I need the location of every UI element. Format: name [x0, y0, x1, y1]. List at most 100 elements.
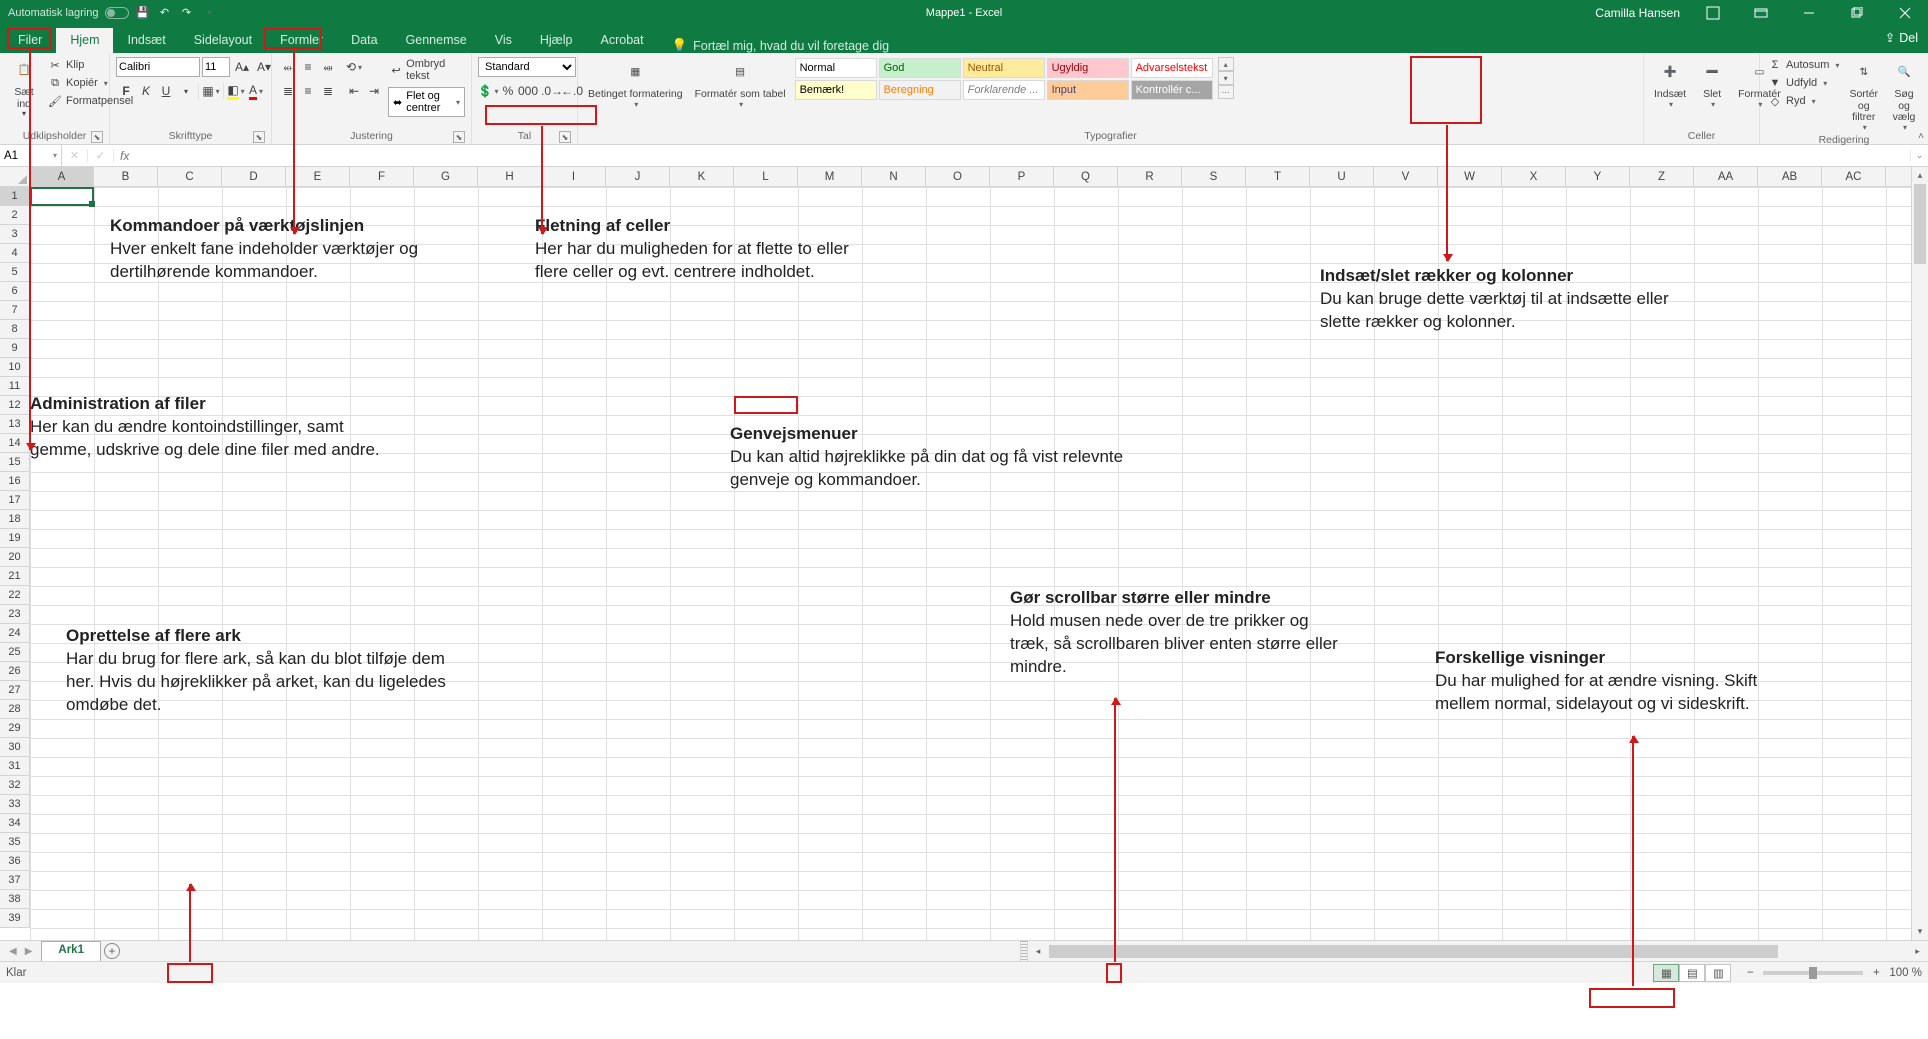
qat-customize-icon[interactable] [201, 5, 217, 21]
row-header-27[interactable]: 27 [0, 681, 29, 700]
font-dialog-launcher[interactable]: ⬊ [253, 131, 265, 143]
row-header-15[interactable]: 15 [0, 453, 29, 472]
find-select-button[interactable]: 🔍Søg og vælg [1886, 57, 1922, 134]
horizontal-scrollbar[interactable]: ◂ ▸ [1028, 941, 1928, 961]
row-header-30[interactable]: 30 [0, 738, 29, 757]
alignment-dialog-launcher[interactable]: ⬊ [453, 131, 465, 143]
cell-style-0[interactable]: Normal [795, 58, 877, 78]
enter-formula-icon[interactable]: ✓ [88, 149, 114, 162]
increase-decimal-icon[interactable]: .0→ [542, 81, 562, 101]
row-header-7[interactable]: 7 [0, 301, 29, 320]
collapse-ribbon-icon[interactable]: ˄ [1918, 131, 1924, 142]
row-header-6[interactable]: 6 [0, 282, 29, 301]
column-header-M[interactable]: M [798, 167, 862, 186]
active-cell[interactable] [30, 187, 94, 206]
scroll-left-icon[interactable]: ◂ [1030, 943, 1047, 960]
row-header-32[interactable]: 32 [0, 776, 29, 795]
row-header-5[interactable]: 5 [0, 263, 29, 282]
cell-styles-gallery[interactable]: NormalGodNeutralUgyldigAdvarselstekstBem… [794, 57, 1214, 101]
scroll-thumb-v[interactable] [1914, 184, 1926, 264]
wrap-text-button[interactable]: ↩Ombryd tekst [388, 57, 465, 83]
tab-indsaet[interactable]: Indsæt [113, 28, 179, 53]
column-header-P[interactable]: P [990, 167, 1054, 186]
styles-up-icon[interactable]: ▴ [1218, 57, 1234, 71]
column-header-J[interactable]: J [606, 167, 670, 186]
row-header-11[interactable]: 11 [0, 377, 29, 396]
row-header-39[interactable]: 39 [0, 909, 29, 928]
scroll-right-icon[interactable]: ▸ [1909, 943, 1926, 960]
cell-style-6[interactable]: Beregning [879, 80, 961, 100]
row-header-28[interactable]: 28 [0, 700, 29, 719]
column-header-X[interactable]: X [1502, 167, 1566, 186]
column-header-V[interactable]: V [1374, 167, 1438, 186]
row-header-20[interactable]: 20 [0, 548, 29, 567]
merge-center-button[interactable]: ⬌Flet og centrer [388, 87, 465, 117]
decrease-indent-icon[interactable]: ⇤ [344, 81, 364, 101]
font-name-combo[interactable] [116, 57, 200, 77]
cells-area[interactable]: Kommandoer på værktøjslinjen Hver enkelt… [30, 187, 1911, 940]
row-header-10[interactable]: 10 [0, 358, 29, 377]
column-header-AB[interactable]: AB [1758, 167, 1822, 186]
row-header-2[interactable]: 2 [0, 206, 29, 225]
number-dialog-launcher[interactable]: ⬊ [559, 131, 571, 143]
row-header-16[interactable]: 16 [0, 472, 29, 491]
view-page-layout-button[interactable]: ▤ [1679, 964, 1705, 982]
tab-hjem[interactable]: Hjem [56, 28, 113, 53]
paste-button[interactable]: 📋 Sæt ind ▾ [6, 55, 42, 121]
increase-font-icon[interactable]: A▴ [232, 57, 252, 77]
row-header-13[interactable]: 13 [0, 415, 29, 434]
zoom-slider[interactable] [1763, 971, 1863, 975]
vertical-scrollbar[interactable]: ▴ ▾ [1911, 167, 1928, 940]
align-middle-icon[interactable]: ≡ [298, 57, 318, 77]
row-header-25[interactable]: 25 [0, 643, 29, 662]
fill-color-button[interactable]: ◧ [226, 81, 246, 101]
row-headers[interactable]: 1234567891011121314151617181920212223242… [0, 187, 30, 928]
number-format-combo[interactable]: Standard [478, 57, 576, 77]
row-header-18[interactable]: 18 [0, 510, 29, 529]
maximize-button[interactable] [1834, 0, 1880, 25]
row-header-3[interactable]: 3 [0, 225, 29, 244]
align-right-icon[interactable]: ≣ [318, 81, 338, 101]
zoom-out-button[interactable]: − [1743, 967, 1757, 979]
delete-cells-button[interactable]: ➖Slet [1694, 57, 1730, 111]
cell-style-5[interactable]: Bemærk! [795, 80, 877, 100]
close-button[interactable] [1882, 0, 1928, 25]
cell-style-2[interactable]: Neutral [963, 58, 1045, 78]
row-header-37[interactable]: 37 [0, 871, 29, 890]
column-header-I[interactable]: I [542, 167, 606, 186]
column-header-N[interactable]: N [862, 167, 926, 186]
accounting-format-icon[interactable]: 💲 [478, 81, 498, 101]
column-header-G[interactable]: G [414, 167, 478, 186]
align-left-icon[interactable]: ≣ [278, 81, 298, 101]
sheet-nav-prev-icon[interactable]: ◀ [6, 946, 20, 957]
column-header-A[interactable]: A [30, 167, 94, 186]
column-header-H[interactable]: H [478, 167, 542, 186]
row-header-19[interactable]: 19 [0, 529, 29, 548]
scroll-up-icon[interactable]: ▴ [1912, 167, 1928, 184]
row-header-29[interactable]: 29 [0, 719, 29, 738]
scrollbar-splitter[interactable] [1020, 941, 1028, 961]
sheet-nav-next-icon[interactable]: ▶ [22, 946, 36, 957]
clipboard-dialog-launcher[interactable]: ⬊ [91, 131, 103, 143]
ribbon-display-icon[interactable] [1738, 0, 1784, 25]
column-header-L[interactable]: L [734, 167, 798, 186]
tab-data[interactable]: Data [337, 28, 391, 53]
sort-filter-button[interactable]: ⇅Sortér og filtrer [1845, 57, 1882, 134]
tell-me-search[interactable]: 💡 Fortæl mig, hvad du vil foretage dig [658, 38, 890, 53]
column-header-C[interactable]: C [158, 167, 222, 186]
align-bottom-icon[interactable]: ⬵ [318, 57, 338, 77]
save-icon[interactable]: 💾 [135, 5, 151, 21]
expand-formula-bar-icon[interactable]: ⌄ [1910, 150, 1928, 161]
row-header-38[interactable]: 38 [0, 890, 29, 909]
zoom-level[interactable]: 100 % [1889, 967, 1922, 979]
cell-style-4[interactable]: Advarselstekst [1131, 58, 1213, 78]
font-color-button[interactable]: A [246, 81, 266, 101]
autosave-toggle[interactable] [105, 7, 129, 19]
comma-format-icon[interactable]: 000 [518, 81, 538, 101]
minimize-button[interactable] [1786, 0, 1832, 25]
column-header-F[interactable]: F [350, 167, 414, 186]
font-size-combo[interactable] [202, 57, 230, 77]
underline-button[interactable]: U [156, 81, 176, 101]
zoom-in-button[interactable]: + [1869, 967, 1883, 979]
row-header-26[interactable]: 26 [0, 662, 29, 681]
